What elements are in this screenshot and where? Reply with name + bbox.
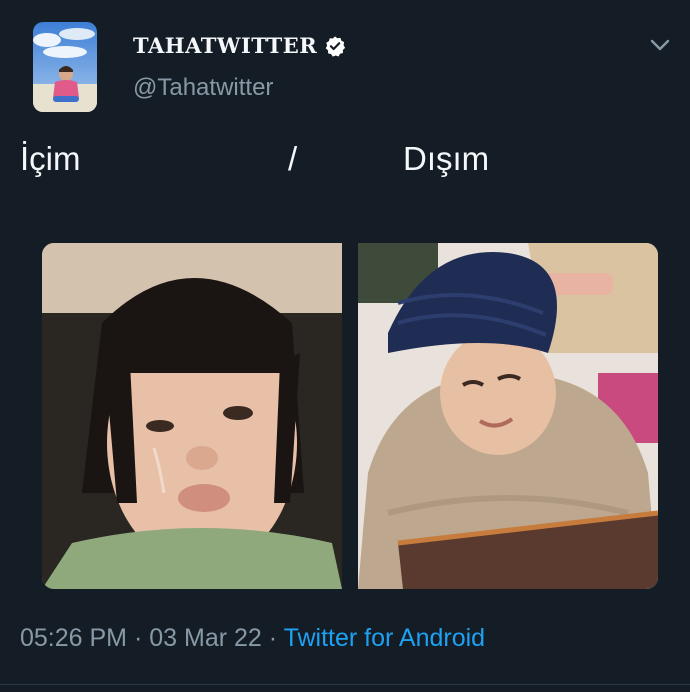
- tweet-metadata: 05:26 PM · 03 Mar 22 · Twitter for Andro…: [20, 624, 485, 653]
- media-photo-2[interactable]: [358, 243, 658, 589]
- meta-separator: ·: [133, 624, 143, 652]
- tweet-source-link[interactable]: Twitter for Android: [284, 624, 485, 652]
- tweet-date[interactable]: 03 Mar 22: [149, 624, 262, 652]
- media-photo-1[interactable]: [42, 243, 342, 589]
- author-name-row[interactable]: TAHATWITTER: [133, 33, 346, 58]
- tweet-card: TAHATWITTER @Tahatwitter İçim / Dışım 05…: [0, 0, 690, 692]
- author-display-name[interactable]: TAHATWITTER: [133, 33, 317, 58]
- tweet-text-part-slash: /: [288, 140, 298, 177]
- tweet-text-part-outer: Dışım: [403, 140, 490, 177]
- photo-crying-toddler-bob-haircut: [42, 243, 342, 589]
- tweet-text: İçim / Dışım: [20, 140, 660, 180]
- author-handle[interactable]: @Tahatwitter: [133, 74, 273, 102]
- divider: [0, 684, 690, 685]
- meta-separator: ·: [268, 624, 278, 652]
- profile-photo: [33, 22, 97, 112]
- author-avatar[interactable]: [33, 22, 97, 112]
- photo-smiling-toddler-beanie-fur-coat: [358, 243, 658, 589]
- verified-badge-icon: [326, 35, 346, 57]
- tweet-time[interactable]: 05:26 PM: [20, 624, 127, 652]
- tweet-text-part-inner: İçim: [20, 140, 81, 177]
- chevron-down-icon[interactable]: [650, 38, 670, 52]
